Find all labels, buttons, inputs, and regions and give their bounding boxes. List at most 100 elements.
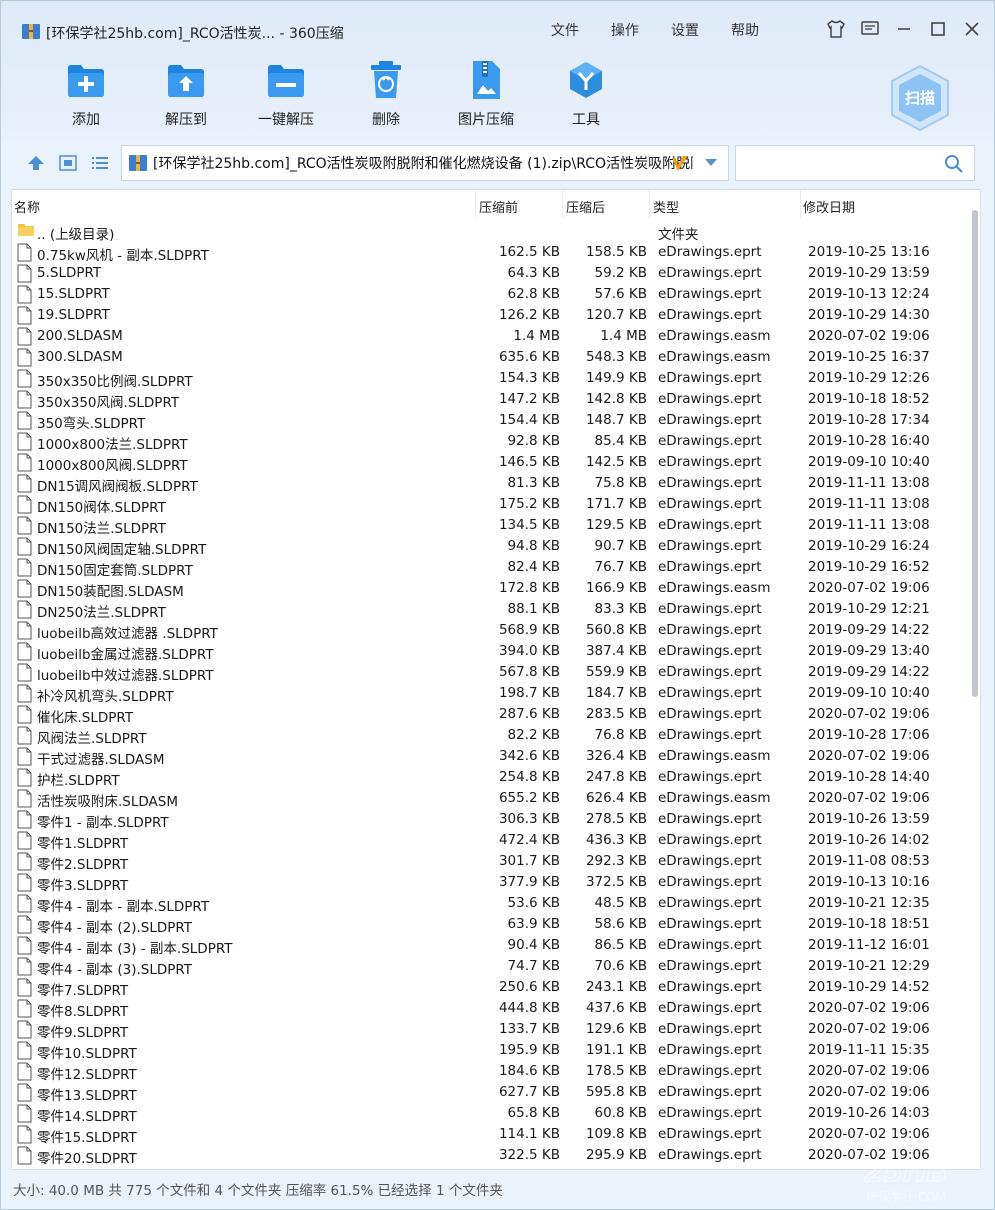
- file-row[interactable]: 零件14.SLDPRT 65.8 KB 60.8 KB eDrawings.eprt 2…: [12, 1103, 972, 1125]
- delete-button[interactable]: 删除: [336, 59, 436, 129]
- file-row[interactable]: 200.SLDASM 1.4 MB 1.4 MB eDrawings.easm 2020…: [12, 326, 972, 347]
- column-divider[interactable]: [475, 190, 476, 218]
- file-row[interactable]: 零件1.SLDPRT 472.4 KB 436.3 KB eDrawings.eprt…: [12, 830, 972, 852]
- list-view-icon[interactable]: [89, 152, 111, 174]
- column-divider[interactable]: [800, 190, 801, 218]
- column-type[interactable]: 类型: [653, 197, 679, 216]
- app-window: [环保学社25hb.com]_RCO活性炭... - 360压缩 文件 操作 设…: [0, 0, 995, 1210]
- column-date[interactable]: 修改日期: [803, 197, 855, 216]
- file-row[interactable]: 19.SLDPRT 126.2 KB 120.7 KB eDrawings.eprt 2…: [12, 305, 972, 326]
- file-name: 300.SLDASM: [37, 349, 123, 365]
- tools-button[interactable]: 工具: [536, 59, 636, 129]
- file-row[interactable]: 5.SLDPRT 64.3 KB 59.2 KB eDrawings.eprt 2019…: [12, 263, 972, 284]
- minimize-icon[interactable]: [891, 17, 917, 41]
- file-date: 2019-10-25 13:16: [808, 244, 930, 260]
- file-row[interactable]: 护栏.SLDPRT 254.8 KB 247.8 KB eDrawings.eprt 2…: [12, 767, 972, 789]
- menu-help[interactable]: 帮助: [731, 20, 791, 40]
- file-row[interactable]: 零件4 - 副本 - 副本.SLDPRT 53.6 KB 48.5 KB eDrawi…: [12, 893, 972, 915]
- parent-folder-row[interactable]: .. (上级目录) 文件夹: [12, 221, 972, 243]
- column-after[interactable]: 压缩后: [566, 197, 605, 216]
- file-row[interactable]: DN150装配图.SLDASM 172.8 KB 166.9 KB eDrawings…: [12, 578, 972, 600]
- file-row[interactable]: 活性炭吸附床.SLDASM 655.2 KB 626.4 KB eDrawings.e…: [12, 788, 972, 810]
- column-divider[interactable]: [649, 190, 650, 218]
- column-before[interactable]: 压缩前: [479, 197, 518, 216]
- file-size-before: 184.6 KB: [498, 1063, 560, 1079]
- site-watermark-logo: 25HB 环保学社·COM: [863, 1154, 948, 1204]
- scrollbar-thumb[interactable]: [972, 210, 978, 697]
- file-row[interactable]: 350x350风阀.SLDPRT 147.2 KB 142.8 KB eDrawing…: [12, 389, 972, 411]
- address-bar[interactable]: [环保学社25hb.com]_RCO活性炭吸附脱附和催化燃烧设备 (1).zip…: [121, 145, 729, 181]
- address-path: [环保学社25hb.com]_RCO活性炭吸附脱附和催化燃烧设备 (1).zip…: [153, 156, 693, 172]
- column-name[interactable]: 名称: [14, 197, 40, 216]
- file-row[interactable]: DN15调风阀阀板.SLDPRT 81.3 KB 75.8 KB eDrawings.…: [12, 473, 972, 495]
- file-row[interactable]: 催化床.SLDPRT 287.6 KB 283.5 KB eDrawings.eprt…: [12, 704, 972, 726]
- vertical-scrollbar[interactable]: [970, 210, 980, 1169]
- file-row[interactable]: 零件15.SLDPRT 114.1 KB 109.8 KB eDrawings.epr…: [12, 1124, 972, 1146]
- file-row[interactable]: 零件4 - 副本 (3).SLDPRT 74.7 KB 70.6 KB eDrawin…: [12, 956, 972, 978]
- file-row[interactable]: 350弯头.SLDPRT 154.4 KB 148.7 KB eDrawings.ep…: [12, 410, 972, 432]
- file-name: DN150阀体.SLDPRT: [37, 500, 166, 516]
- scan-button[interactable]: 扫描: [887, 63, 953, 133]
- file-row[interactable]: 零件9.SLDPRT 133.7 KB 129.6 KB eDrawings.eprt…: [12, 1019, 972, 1041]
- file-row[interactable]: 0.75kw风机 - 副本.SLDPRT 162.5 KB 158.5 KB eDra…: [12, 242, 972, 264]
- up-level-icon[interactable]: [25, 152, 47, 174]
- file-row[interactable]: luobeilb高效过滤器 .SLDPRT 568.9 KB 560.8 KB eDr…: [12, 620, 972, 642]
- file-row[interactable]: 风阀法兰.SLDPRT 82.2 KB 76.8 KB eDrawings.eprt 2…: [12, 725, 972, 747]
- file-icon: [17, 1062, 32, 1081]
- file-row[interactable]: 干式过滤器.SLDASM 342.6 KB 326.4 KB eDrawings.ea…: [12, 746, 972, 768]
- file-icon: [17, 873, 32, 892]
- file-row[interactable]: 零件4 - 副本 (2).SLDPRT 63.9 KB 58.6 KB eDrawin…: [12, 914, 972, 936]
- file-row[interactable]: 零件1 - 副本.SLDPRT 306.3 KB 278.5 KB eDrawings…: [12, 809, 972, 831]
- close-icon[interactable]: [959, 17, 985, 41]
- thumbnail-view-icon[interactable]: [57, 152, 79, 174]
- file-row[interactable]: 350x350比例阀.SLDPRT 154.3 KB 149.9 KB eDrawin…: [12, 368, 972, 390]
- column-divider[interactable]: [562, 190, 563, 218]
- menu-settings[interactable]: 设置: [671, 20, 731, 40]
- file-type: eDrawings.eprt: [658, 958, 762, 974]
- file-row[interactable]: luobeilb中效过滤器.SLDPRT 567.8 KB 559.9 KB eDra…: [12, 662, 972, 684]
- chevron-down-icon[interactable]: [704, 158, 718, 168]
- file-date: 2019-10-29 12:21: [808, 601, 930, 617]
- file-date: 2019-10-28 14:40: [808, 769, 930, 785]
- menu-operate[interactable]: 操作: [611, 20, 671, 40]
- file-row[interactable]: DN150固定套筒.SLDPRT 82.4 KB 76.7 KB eDrawings.…: [12, 557, 972, 579]
- search-icon[interactable]: [944, 154, 964, 174]
- file-row[interactable]: 零件3.SLDPRT 377.9 KB 372.5 KB eDrawings.eprt…: [12, 872, 972, 894]
- file-row[interactable]: 零件13.SLDPRT 627.7 KB 595.8 KB eDrawings.epr…: [12, 1082, 972, 1104]
- file-row[interactable]: 零件4 - 副本 (3) - 副本.SLDPRT 90.4 KB 86.5 KB eD…: [12, 935, 972, 957]
- file-date: 2019-10-18 18:51: [808, 916, 930, 932]
- file-row[interactable]: DN150风阀固定轴.SLDPRT 94.8 KB 90.7 KB eDrawings…: [12, 536, 972, 558]
- file-row[interactable]: DN150法兰.SLDPRT 134.5 KB 129.5 KB eDrawings.…: [12, 515, 972, 537]
- file-size-before: 342.6 KB: [498, 748, 560, 764]
- feedback-icon[interactable]: [857, 17, 883, 41]
- file-row[interactable]: luobeilb金属过滤器.SLDPRT 394.0 KB 387.4 KB eDra…: [12, 641, 972, 663]
- file-row[interactable]: 补冷风机弯头.SLDPRT 198.7 KB 184.7 KB eDrawings.e…: [12, 683, 972, 705]
- file-date: 2019-10-29 14:52: [808, 979, 930, 995]
- file-row[interactable]: 零件10.SLDPRT 195.9 KB 191.1 KB eDrawings.epr…: [12, 1040, 972, 1062]
- file-icon: [17, 390, 32, 409]
- file-type: eDrawings.eprt: [658, 265, 762, 281]
- file-row[interactable]: 300.SLDASM 635.6 KB 548.3 KB eDrawings.easm…: [12, 347, 972, 368]
- file-icon: [17, 810, 32, 829]
- file-row[interactable]: 15.SLDPRT 62.8 KB 57.6 KB eDrawings.eprt 201…: [12, 284, 972, 305]
- skin-icon[interactable]: [823, 17, 849, 41]
- extract-to-button[interactable]: 解压到: [136, 59, 236, 129]
- file-row[interactable]: DN150阀体.SLDPRT 175.2 KB 171.7 KB eDrawings.…: [12, 494, 972, 516]
- quick-extract-button[interactable]: 一键解压: [236, 59, 336, 129]
- file-row[interactable]: 零件2.SLDPRT 301.7 KB 292.3 KB eDrawings.eprt…: [12, 851, 972, 873]
- file-name: 零件14.SLDPRT: [37, 1109, 137, 1125]
- image-compress-button[interactable]: 图片压缩: [436, 59, 536, 129]
- file-row[interactable]: 零件7.SLDPRT 250.6 KB 243.1 KB eDrawings.eprt…: [12, 977, 972, 999]
- file-row[interactable]: DN250法兰.SLDPRT 88.1 KB 83.3 KB eDrawings.ep…: [12, 599, 972, 621]
- add-button[interactable]: 添加: [36, 59, 136, 129]
- file-row[interactable]: 1000x800风阀.SLDPRT 146.5 KB 142.5 KB eDrawin…: [12, 452, 972, 474]
- file-size-before: 567.8 KB: [498, 664, 560, 680]
- file-date: 2020-07-02 19:06: [808, 1063, 930, 1079]
- maximize-icon[interactable]: [925, 17, 951, 41]
- file-row[interactable]: 零件8.SLDPRT 444.8 KB 437.6 KB eDrawings.eprt…: [12, 998, 972, 1020]
- search-input[interactable]: [735, 145, 975, 181]
- file-type: eDrawings.easm: [658, 349, 771, 365]
- file-row[interactable]: 1000x800法兰.SLDPRT 92.8 KB 85.4 KB eDrawings…: [12, 431, 972, 453]
- menu-file[interactable]: 文件: [551, 20, 611, 40]
- file-row[interactable]: 零件12.SLDPRT 184.6 KB 178.5 KB eDrawings.epr…: [12, 1061, 972, 1083]
